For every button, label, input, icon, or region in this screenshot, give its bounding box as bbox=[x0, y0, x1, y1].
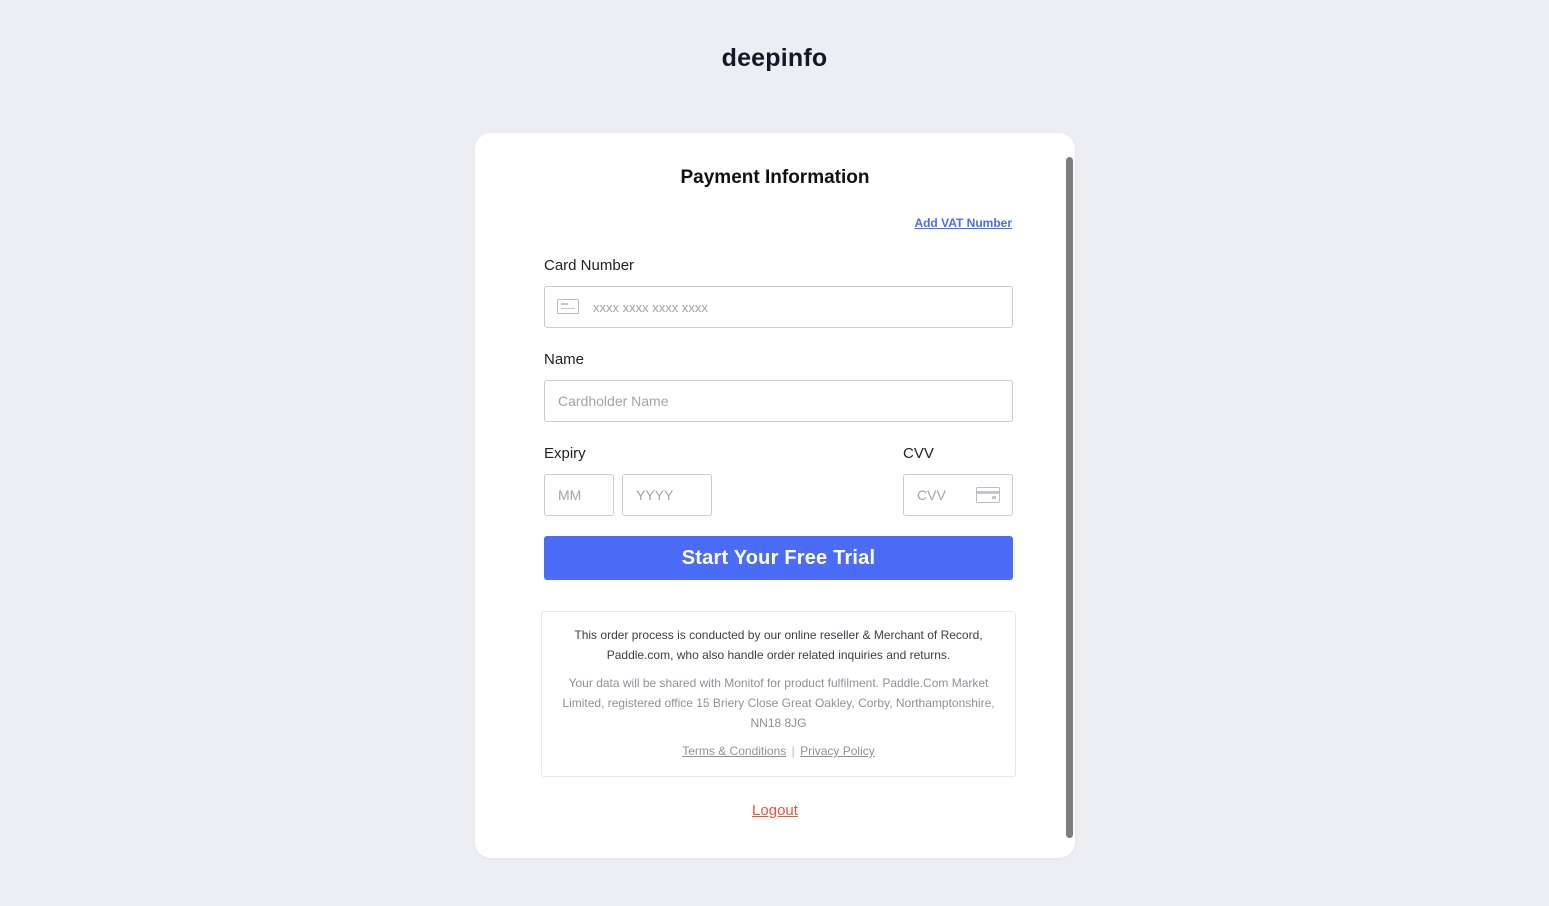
add-vat-number-link[interactable]: Add VAT Number bbox=[914, 216, 1012, 230]
cvv-label: CVV bbox=[903, 445, 934, 462]
name-label: Name bbox=[544, 351, 585, 368]
link-separator: | bbox=[791, 744, 795, 758]
card-back-icon bbox=[976, 487, 1000, 503]
start-free-trial-button[interactable]: Start Your Free Trial bbox=[544, 536, 1013, 580]
notice-links: Terms & Conditions | Privacy Policy bbox=[560, 741, 997, 761]
notice-sub-text: Your data will be shared with Monitof fo… bbox=[562, 676, 995, 730]
cardholder-name-input[interactable] bbox=[544, 380, 1013, 422]
logout-link[interactable]: Logout bbox=[752, 802, 798, 819]
card-number-label: Card Number bbox=[544, 257, 635, 274]
credit-card-icon bbox=[557, 299, 579, 314]
merchant-notice: This order process is conducted by our o… bbox=[541, 611, 1016, 777]
expiry-year-input[interactable] bbox=[622, 474, 712, 516]
card-number-input[interactable] bbox=[544, 286, 1013, 328]
payment-card: Payment Information Add VAT Number Card … bbox=[475, 133, 1075, 858]
expiry-label: Expiry bbox=[544, 445, 586, 462]
page: deepinfo Payment Information Add VAT Num… bbox=[0, 0, 1549, 906]
scrollbar[interactable] bbox=[1066, 157, 1073, 838]
brand-logo: deepinfo bbox=[721, 44, 828, 72]
page-title: Payment Information bbox=[680, 167, 870, 188]
expiry-month-input[interactable] bbox=[544, 474, 614, 516]
privacy-link[interactable]: Privacy Policy bbox=[800, 744, 875, 758]
logout-container: Logout bbox=[475, 802, 1075, 819]
notice-main-text: This order process is conducted by our o… bbox=[574, 628, 983, 662]
terms-link[interactable]: Terms & Conditions bbox=[682, 744, 786, 758]
